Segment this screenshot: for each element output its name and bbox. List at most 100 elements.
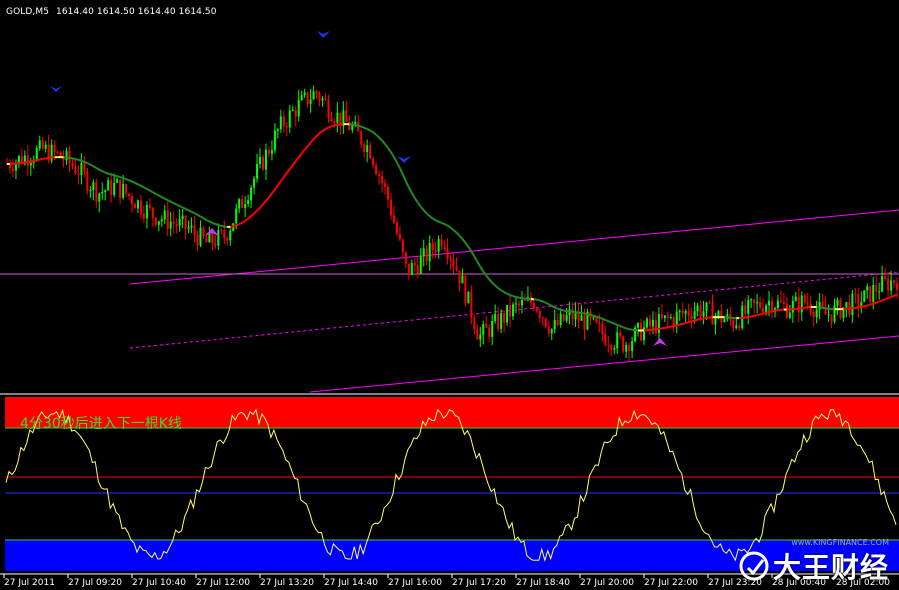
ma-segment — [685, 321, 689, 325]
candle-body — [35, 148, 38, 161]
candle-body — [312, 91, 315, 100]
candle-body — [154, 217, 157, 225]
candle-body — [872, 285, 875, 302]
candle-body — [699, 305, 702, 317]
ma-segment — [473, 255, 479, 263]
candle-body — [762, 307, 765, 313]
candle-body — [253, 178, 256, 188]
candle-body — [678, 310, 681, 312]
candle-body — [133, 204, 136, 209]
ma-segment — [387, 147, 392, 153]
candle-body — [497, 314, 500, 329]
candle-body — [187, 227, 190, 229]
candle-body — [392, 215, 395, 223]
ma-segment — [616, 323, 621, 327]
candle-body — [866, 286, 869, 291]
ma-segment — [36, 158, 40, 162]
candle-body — [738, 325, 741, 329]
ma-segment — [191, 210, 195, 215]
candle-body — [395, 222, 398, 234]
ma-segment — [470, 250, 476, 257]
candle-body — [550, 329, 553, 334]
candle-body — [732, 320, 735, 329]
candle-body — [166, 210, 169, 229]
candle-body — [779, 300, 782, 303]
ma-segment — [458, 234, 464, 240]
candle-body — [71, 163, 74, 167]
time-tick-label: 27 Jul 20:00 — [580, 578, 634, 588]
ma-segment — [137, 183, 142, 187]
candle-body — [449, 257, 452, 260]
candle-body — [226, 238, 229, 241]
candle-body — [723, 319, 726, 323]
time-tick-label: 27 Jul 12:00 — [196, 578, 250, 588]
ma-segment — [858, 306, 862, 309]
candle-body — [110, 180, 113, 195]
ma-segment — [164, 197, 169, 202]
ma-segment — [584, 312, 588, 316]
ma-segment — [205, 219, 210, 223]
candle-body — [404, 252, 407, 264]
ma-segment — [628, 328, 633, 331]
ma-segment — [89, 163, 94, 168]
ma-segment — [872, 301, 877, 305]
ma-segment — [116, 175, 121, 179]
candle-body — [672, 316, 675, 326]
candle-body — [785, 303, 788, 318]
candle-body — [696, 305, 699, 312]
candle-body — [756, 301, 759, 304]
ma-segment — [161, 196, 166, 200]
chart-window[interactable]: 27 Jul 2011 27 Jul 09:20 27 Jul 10:40 27 Ju… — [0, 0, 899, 590]
candle-body — [372, 158, 375, 166]
candle-body — [285, 126, 288, 128]
ma-segment — [375, 133, 380, 139]
candle-body — [854, 293, 857, 295]
ma-segment — [482, 270, 488, 277]
candle-body — [452, 259, 455, 267]
ma-segment — [372, 131, 377, 136]
candle-body — [747, 300, 750, 314]
candle-body — [318, 93, 321, 101]
candle-body — [851, 293, 854, 316]
ma-segment — [404, 180, 410, 188]
ma-segment — [218, 224, 222, 227]
ma-segment — [277, 180, 282, 186]
ma-segment — [509, 294, 514, 298]
candle-body — [95, 182, 98, 202]
ma-segment — [455, 231, 461, 237]
price-chart[interactable]: 27 Jul 2011 27 Jul 09:20 27 Jul 10:40 27 Ju… — [0, 0, 899, 590]
candle-body — [324, 98, 327, 101]
ma-segment — [182, 206, 187, 210]
candle-body — [267, 149, 270, 154]
time-tick-label: 27 Jul 17:20 — [452, 578, 506, 588]
ma-segment — [39, 157, 43, 161]
candle-body — [381, 175, 384, 184]
ma-segment — [122, 177, 127, 181]
candle-body — [169, 221, 172, 229]
candle-body — [562, 313, 565, 321]
ma-segment — [208, 220, 213, 224]
candle-body — [660, 313, 663, 319]
ma-segment — [27, 160, 31, 163]
ma-segment — [599, 316, 603, 320]
ma-segment — [590, 313, 594, 317]
candle-body — [544, 318, 547, 327]
candle-body — [675, 311, 678, 326]
ma-segment — [441, 221, 445, 225]
ma-segment — [241, 219, 246, 224]
ma-segment — [750, 314, 755, 318]
ma-segment — [700, 317, 704, 320]
candle-body — [113, 182, 116, 195]
candle-body — [863, 290, 866, 302]
down-arrow-icon — [397, 156, 411, 163]
candle-body — [157, 221, 160, 225]
ma-segment — [134, 182, 139, 186]
candle-body — [273, 130, 276, 151]
ma-segment — [423, 209, 428, 215]
ma-segment — [506, 292, 511, 296]
candle-body — [744, 305, 747, 314]
candle-body — [261, 156, 264, 170]
candle-body — [333, 121, 336, 123]
time-tick-label: 27 Jul 2011 — [4, 578, 55, 588]
candle-body — [640, 323, 643, 341]
